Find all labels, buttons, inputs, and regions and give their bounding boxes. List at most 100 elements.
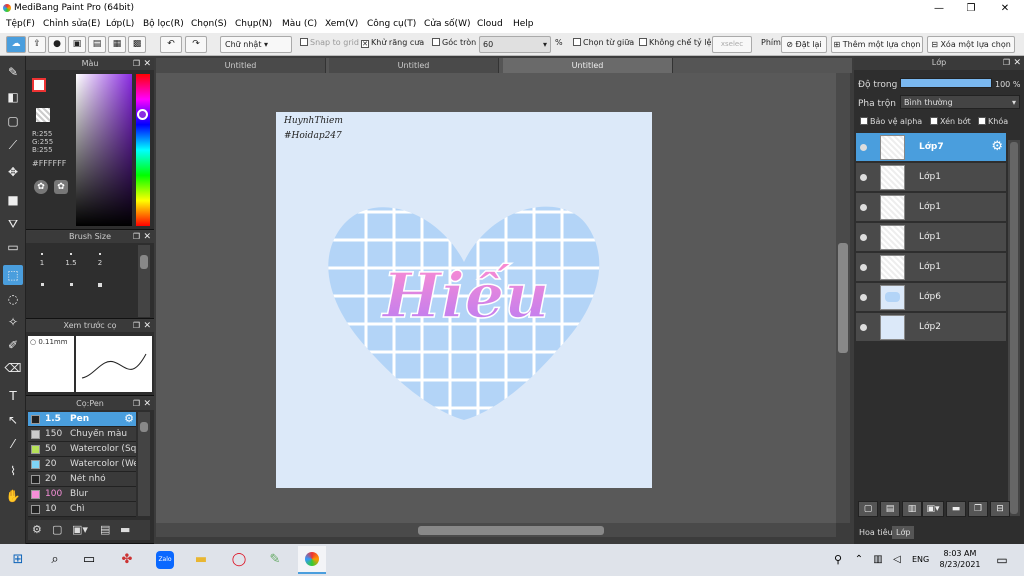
detach-icon[interactable]: ❐ <box>133 398 140 410</box>
menu-tools[interactable]: Công cụ(T) <box>367 19 416 29</box>
brush-size-5[interactable] <box>86 275 114 303</box>
visibility-icon[interactable] <box>860 324 867 331</box>
detach-icon[interactable]: ❐ <box>1003 56 1010 70</box>
windows-start-icon[interactable]: ⊞ <box>9 551 27 569</box>
vertical-scrollbar[interactable] <box>836 73 850 523</box>
language-indicator[interactable]: ENG <box>912 555 929 564</box>
detach-icon[interactable]: ❐ <box>133 320 140 332</box>
layer-folder-icon[interactable]: ▬ <box>946 501 966 517</box>
tab-untitled-2[interactable]: Untitled <box>329 58 499 73</box>
blend-mode-select[interactable]: Bình thường ▾ <box>900 95 1020 109</box>
layer-row[interactable]: Lớp1 <box>856 253 1006 282</box>
palette-settings-icon[interactable]: ✿ <box>54 180 68 194</box>
brush-list-item[interactable]: 1.5 Pen ⚙ <box>28 412 136 427</box>
layer-row[interactable]: Lớp1 <box>856 223 1006 252</box>
visibility-icon[interactable] <box>860 204 867 211</box>
operation-tool-icon[interactable]: ↖ <box>3 410 23 430</box>
brush-size-4[interactable] <box>57 275 85 303</box>
eraser-tool-icon[interactable]: ◧ <box>3 87 23 107</box>
app-grid-icon[interactable]: ✤ <box>118 551 136 569</box>
select-eraser-tool-icon[interactable]: ⌫ <box>3 358 23 378</box>
add-brush-icon[interactable]: ▣▾ <box>72 523 88 536</box>
lock-checkbox[interactable]: Khóa <box>978 117 1008 126</box>
delete-selection-button[interactable]: ⊟ Xóa một lựa chọn <box>927 36 1015 53</box>
layer-settings-icon[interactable]: ⚙ <box>991 139 1003 154</box>
upload-icon[interactable]: ⇪ <box>28 36 46 53</box>
brush-list-item[interactable]: 100 Blur <box>28 487 136 502</box>
shape-select[interactable]: Chữ nhật ▾ <box>220 36 292 53</box>
cloud-icon[interactable]: ☁ <box>6 36 26 53</box>
menu-color[interactable]: Màu (C) <box>282 19 317 29</box>
snap-to-grid-checkbox[interactable]: Snap to grid <box>300 38 359 47</box>
brush-file-icon[interactable]: ▤ <box>100 523 110 536</box>
visibility-icon[interactable] <box>860 174 867 181</box>
brush-list-item[interactable]: 20 Nét nhỏ <box>28 472 136 487</box>
close-icon[interactable]: ✕ <box>143 320 151 332</box>
menu-layer[interactable]: Lớp(L) <box>106 19 134 29</box>
close-icon[interactable]: ✕ <box>143 231 151 243</box>
vertical-scroll-thumb[interactable] <box>838 243 848 353</box>
layer-row[interactable]: Lớp6 <box>856 283 1006 312</box>
detach-icon[interactable]: ❐ <box>133 58 140 70</box>
menu-cloud[interactable]: Cloud <box>477 19 503 29</box>
brush-list-scrollbar[interactable] <box>138 412 150 516</box>
bucket-tool-icon[interactable]: ⛛ <box>3 214 23 234</box>
add-layer-menu-icon[interactable]: ▣▾ <box>922 501 944 517</box>
duplicate-layer-icon[interactable]: ❐ <box>968 501 988 517</box>
search-icon[interactable]: ⌕ <box>46 551 64 569</box>
close-icon[interactable]: ✕ <box>143 398 151 410</box>
fill-rect-tool-icon[interactable]: ■ <box>3 190 23 210</box>
lasso-tool-icon[interactable]: ◌ <box>3 289 23 309</box>
antialias-checkbox[interactable]: ✕ Khử răng cưa <box>361 38 424 48</box>
brush-list-item[interactable]: 20 Watercolor (Wet <box>28 457 136 472</box>
hue-slider[interactable] <box>136 74 150 226</box>
settings-icon[interactable]: ⚙ <box>124 412 134 425</box>
brush-size-1[interactable]: 1 <box>28 245 56 273</box>
divide-tool-icon[interactable]: ⁄ <box>3 434 23 454</box>
menu-select[interactable]: Chọn(S) <box>191 19 227 29</box>
people-icon[interactable]: ⚲ <box>829 551 847 569</box>
magic-wand-tool-icon[interactable]: ✧ <box>3 312 23 332</box>
new-brush-icon[interactable]: ▢ <box>52 523 62 536</box>
visibility-icon[interactable] <box>860 144 867 151</box>
horizontal-scroll-thumb[interactable] <box>418 526 604 535</box>
saturation-value-picker[interactable] <box>76 74 132 226</box>
canvas-area[interactable]: Hiếu HuynhThiem #Hoidap247 <box>156 73 836 523</box>
network-icon[interactable]: ▥ <box>869 551 887 569</box>
visibility-icon[interactable] <box>860 234 867 241</box>
maximize-button[interactable]: ❐ <box>956 0 986 17</box>
detach-icon[interactable]: ❐ <box>133 231 140 243</box>
new-halftone-layer-icon[interactable]: ▤ <box>880 501 900 517</box>
chevron-up-icon[interactable]: ⌃ <box>850 551 868 569</box>
tab-untitled-3[interactable]: Untitled <box>503 58 673 73</box>
paint-app-icon[interactable]: ✎ <box>266 551 284 569</box>
clock[interactable]: 8:03 AM 8/23/2021 <box>938 548 982 570</box>
new-layer-icon[interactable]: ▢ <box>858 501 878 517</box>
opera-icon[interactable]: ◯ <box>230 551 248 569</box>
close-icon[interactable]: ✕ <box>1013 56 1021 70</box>
layer-row[interactable]: Lớp2 <box>856 313 1006 342</box>
file-explorer-icon[interactable]: ▬ <box>192 551 210 569</box>
round-value-input[interactable]: 60 ▾ <box>479 36 551 53</box>
palette-icon[interactable]: ✿ <box>34 180 48 194</box>
menu-window[interactable]: Cửa số(W) <box>424 19 470 29</box>
brush-tool-icon[interactable]: ✎ <box>3 62 23 82</box>
grid-icon[interactable]: ▩ <box>128 36 146 53</box>
gradient-tool-icon[interactable]: ▭ <box>3 237 23 257</box>
opacity-slider[interactable] <box>900 78 992 88</box>
hand-tool-icon[interactable]: ✋ <box>3 486 23 506</box>
layer-row[interactable]: Lớp1 <box>856 193 1006 222</box>
move-tool-icon[interactable]: ✥ <box>3 162 23 182</box>
brush-list-item[interactable]: 150 Chuyển màu <box>28 427 136 442</box>
eyedropper-tool-icon[interactable]: ⌇ <box>3 461 23 481</box>
reset-button[interactable]: ⊘ Đặt lại <box>781 36 827 53</box>
close-button[interactable]: ✕ <box>990 0 1020 17</box>
menu-filter[interactable]: Bộ lọc(R) <box>143 19 184 29</box>
layer-row[interactable]: Lớp7 ⚙ <box>856 133 1006 162</box>
menu-view[interactable]: Xem(V) <box>325 19 358 29</box>
rect-select-tool-icon[interactable]: ⬚ <box>3 265 23 285</box>
blur-tool-icon[interactable]: ⟋ <box>3 135 23 155</box>
hue-handle[interactable] <box>137 109 148 120</box>
image-icon[interactable]: ▣ <box>68 36 86 53</box>
tab-layer[interactable]: Lớp <box>892 526 915 539</box>
